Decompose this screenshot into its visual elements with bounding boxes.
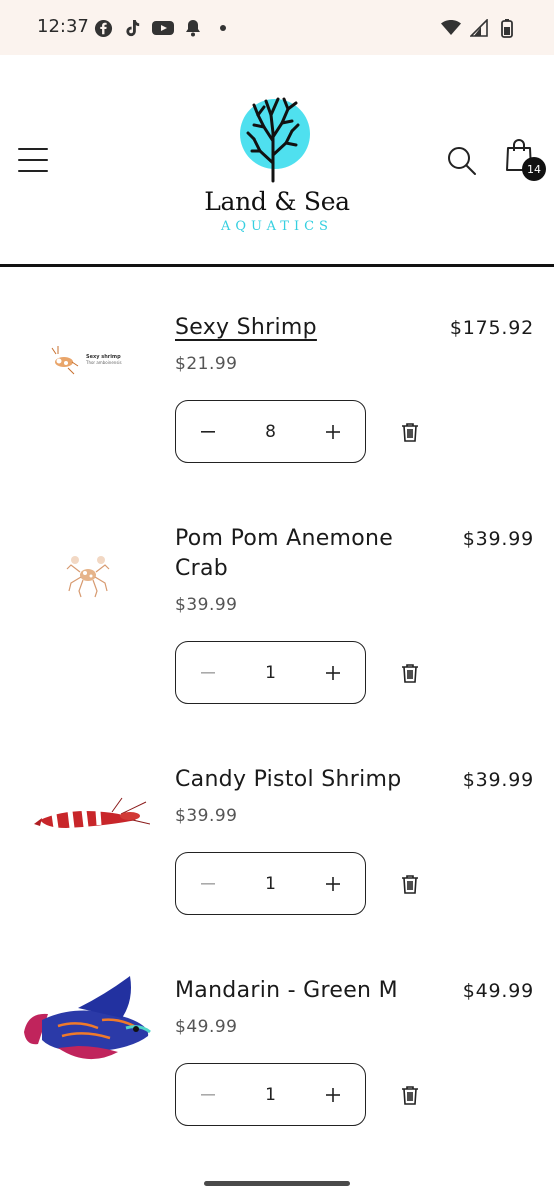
sexy-shrimp-image[interactable]: Sexy shrimp Thor amboinensis <box>18 310 158 410</box>
quantity-input[interactable]: 1 <box>251 874 291 894</box>
item-title[interactable]: Pom Pom Anemone Crab <box>175 524 425 584</box>
item-unit-price: $49.99 <box>175 1017 238 1037</box>
quantity-input[interactable]: 8 <box>251 422 291 442</box>
dot-icon <box>212 17 234 39</box>
status-time: 12:37 <box>37 16 89 37</box>
item-title[interactable]: Mandarin - Green M <box>175 976 425 1006</box>
cart-item: Sexy shrimp Thor amboinensis Sexy Shrimp… <box>0 300 554 510</box>
item-unit-price: $39.99 <box>175 806 238 826</box>
decrease-quantity-button[interactable] <box>194 418 222 446</box>
quantity-stepper: 1 <box>175 1063 366 1126</box>
increase-quantity-button[interactable] <box>319 659 347 687</box>
mandarin-fish-image[interactable] <box>18 972 158 1072</box>
minus-icon <box>201 671 215 674</box>
notification-bell-icon <box>182 17 204 39</box>
increase-quantity-button[interactable] <box>319 1081 347 1109</box>
decrease-quantity-button[interactable] <box>194 870 222 898</box>
minus-icon <box>201 882 215 885</box>
hamburger-line <box>18 148 48 150</box>
status-bar: 12:37 <box>0 0 554 55</box>
hamburger-line <box>18 170 48 172</box>
item-unit-price: $39.99 <box>175 595 238 615</box>
plus-icon <box>326 1087 340 1102</box>
candy-pistol-shrimp-image[interactable] <box>18 765 158 865</box>
trash-icon <box>402 1086 418 1105</box>
trash-icon <box>402 664 418 683</box>
plus-icon <box>326 876 340 891</box>
wifi-icon <box>440 17 462 39</box>
logo-subtitle: AQUATICS <box>221 219 333 234</box>
plus-icon <box>326 424 340 439</box>
remove-item-button[interactable] <box>398 1083 422 1107</box>
quantity-input[interactable]: 1 <box>251 1085 291 1105</box>
decrease-quantity-button[interactable] <box>194 659 222 687</box>
logo-title: Land & Sea <box>204 187 350 216</box>
minus-icon <box>201 1093 215 1096</box>
cart-item: Mandarin - Green M $49.99 $49.99 1 <box>0 976 554 1186</box>
gesture-home-bar[interactable] <box>204 1181 350 1186</box>
status-icons-right <box>440 17 518 39</box>
quantity-stepper: 1 <box>175 641 366 704</box>
search-button[interactable] <box>446 145 478 177</box>
remove-item-button[interactable] <box>398 661 422 685</box>
pom-pom-crab-icon <box>66 556 110 598</box>
item-total-price: $39.99 <box>462 769 534 791</box>
plus-icon <box>326 665 340 680</box>
item-title-link[interactable]: Sexy Shrimp <box>175 313 425 343</box>
tiktok-icon <box>122 17 144 39</box>
quantity-stepper: 8 <box>175 400 366 463</box>
item-title[interactable]: Candy Pistol Shrimp <box>175 765 425 795</box>
quantity-input[interactable]: 1 <box>251 663 291 683</box>
trash-icon <box>402 423 418 442</box>
image-caption: Thor amboinensis <box>85 360 122 365</box>
status-icons-left <box>92 17 234 39</box>
mandarin-fish-icon <box>24 976 151 1060</box>
quantity-stepper: 1 <box>175 852 366 915</box>
youtube-icon <box>152 17 174 39</box>
hamburger-line <box>18 159 48 161</box>
cart-item: Candy Pistol Shrimp $39.99 $39.99 1 <box>0 765 554 975</box>
item-total-price: $39.99 <box>462 528 534 550</box>
facebook-icon <box>92 17 114 39</box>
minus-icon <box>201 430 215 433</box>
cart-count-badge: 14 <box>522 157 546 181</box>
decrease-quantity-button[interactable] <box>194 1081 222 1109</box>
trash-icon <box>402 875 418 894</box>
signal-icon <box>468 17 490 39</box>
candy-pistol-shrimp-icon <box>34 797 150 829</box>
increase-quantity-button[interactable] <box>319 870 347 898</box>
coral-icon <box>246 97 300 183</box>
item-total-price: $49.99 <box>462 980 534 1002</box>
cart-item: Pom Pom Anemone Crab $39.99 $39.99 1 <box>0 524 554 734</box>
item-unit-price: $21.99 <box>175 354 238 374</box>
battery-icon <box>496 17 518 39</box>
remove-item-button[interactable] <box>398 872 422 896</box>
increase-quantity-button[interactable] <box>319 418 347 446</box>
remove-item-button[interactable] <box>398 420 422 444</box>
menu-button[interactable] <box>18 145 48 175</box>
site-header: Land & Sea AQUATICS 14 <box>0 55 554 267</box>
search-icon <box>448 147 476 175</box>
sexy-shrimp-icon: Sexy shrimp Thor amboinensis <box>51 346 122 375</box>
cart-button[interactable]: 14 <box>504 137 546 181</box>
pom-pom-crab-image[interactable] <box>18 524 158 624</box>
store-logo[interactable]: Land & Sea AQUATICS <box>200 93 354 243</box>
item-total-price: $175.92 <box>449 317 534 339</box>
